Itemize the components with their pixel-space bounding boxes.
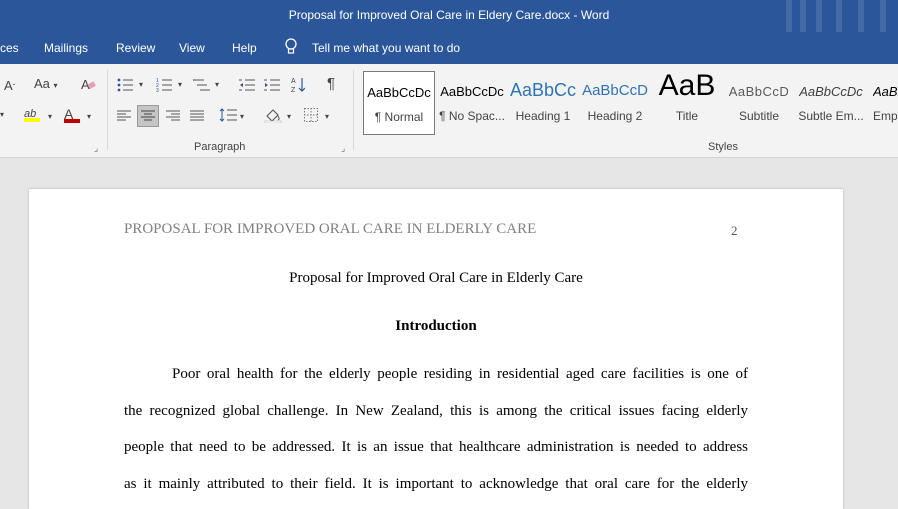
paragraph-line: as it mainly attributed to their field. … bbox=[124, 475, 748, 492]
show-formatting-marks-icon[interactable]: ¶ bbox=[327, 75, 335, 92]
menu-bar: ces Mailings Review View Help Tell me wh… bbox=[0, 32, 898, 64]
style-preview: AaBbCcDc bbox=[799, 84, 863, 99]
style-preview: AaB bbox=[658, 69, 716, 102]
style-title[interactable]: AaB Title bbox=[651, 69, 723, 135]
font-dialog-launcher-icon[interactable]: ⌟ bbox=[94, 143, 98, 154]
chevron-down-icon[interactable]: ▾ bbox=[48, 112, 52, 121]
chevron-down-icon[interactable]: ▾ bbox=[139, 80, 143, 89]
align-center-icon[interactable] bbox=[137, 105, 159, 127]
chevron-down-icon[interactable]: ▾ bbox=[325, 112, 329, 121]
chevron-down-icon[interactable]: ▾ bbox=[287, 112, 291, 121]
page-number: 2 bbox=[731, 223, 738, 238]
menu-mailings[interactable]: Mailings bbox=[44, 41, 88, 55]
style-label: Subtitle bbox=[738, 109, 780, 123]
chevron-down-icon[interactable]: ▾ bbox=[87, 112, 91, 121]
style-preview: AaBbCcDc bbox=[440, 84, 504, 99]
sort-icon[interactable]: AZ bbox=[291, 76, 306, 97]
shading-icon[interactable] bbox=[264, 107, 282, 126]
style-preview: AaBb bbox=[873, 84, 898, 99]
chevron-down-icon[interactable]: ▾ bbox=[0, 110, 4, 119]
svg-text:Z: Z bbox=[291, 87, 296, 94]
titlebar-decoration bbox=[778, 0, 898, 32]
style-subtle-emphasis[interactable]: AaBbCcDc Subtle Em... bbox=[795, 71, 867, 135]
svg-text:3: 3 bbox=[156, 88, 159, 92]
style-heading-2[interactable]: AaBbCcD Heading 2 bbox=[579, 71, 651, 135]
style-preview: AaBbCcDc bbox=[367, 85, 431, 100]
style-preview: AaBbCcD bbox=[728, 84, 790, 99]
chevron-down-icon[interactable]: ▾ bbox=[178, 80, 182, 89]
ribbon: Aˇ Aa ▾ A ▾ ab ▾ A ▾ ⌟ ▾ 123 ▾ ▾ AZ ¶ ▾ … bbox=[0, 64, 898, 158]
multilevel-list-icon[interactable] bbox=[193, 78, 211, 95]
group-separator bbox=[107, 70, 108, 150]
change-case-button[interactable]: Aa ▾ bbox=[34, 76, 58, 91]
style-normal[interactable]: AaBbCcDc ¶ Normal bbox=[363, 71, 435, 135]
paragraph-line: people that need to be addressed. It is … bbox=[124, 439, 748, 455]
style-heading-1[interactable]: AaBbCc Heading 1 bbox=[507, 71, 579, 135]
menu-help[interactable]: Help bbox=[232, 41, 257, 55]
style-subtitle[interactable]: AaBbCcD Subtitle bbox=[723, 71, 795, 135]
numbering-icon[interactable]: 123 bbox=[156, 78, 172, 95]
svg-text:A: A bbox=[291, 78, 296, 85]
style-label: Heading 2 bbox=[587, 109, 643, 123]
decrease-indent-icon[interactable] bbox=[239, 78, 255, 95]
body-paragraph: Poor oral health for the elderly people … bbox=[124, 356, 748, 502]
justify-icon[interactable] bbox=[190, 110, 204, 125]
paragraph-group-label: Paragraph bbox=[194, 141, 246, 153]
document-page[interactable]: PROPOSAL FOR IMPROVED ORAL CARE IN ELDER… bbox=[29, 189, 843, 509]
menu-references[interactable]: ces bbox=[0, 41, 19, 55]
style-preview: AaBbCc bbox=[509, 80, 577, 100]
style-label: ¶ Normal bbox=[374, 110, 424, 124]
style-no-spacing[interactable]: AaBbCcDc ¶ No Spac... bbox=[436, 71, 508, 135]
chevron-down-icon[interactable]: ▾ bbox=[215, 80, 219, 89]
running-header: PROPOSAL FOR IMPROVED ORAL CARE IN ELDER… bbox=[124, 221, 537, 237]
window-title: Proposal for Improved Oral Care in Elder… bbox=[288, 8, 610, 22]
styles-gallery: AaBbCcDc ¶ Normal AaBbCcDc ¶ No Spac... … bbox=[363, 69, 898, 135]
font-color-button[interactable]: A bbox=[64, 106, 80, 123]
chevron-down-icon[interactable]: ▾ bbox=[240, 112, 244, 121]
style-label: Title bbox=[675, 109, 699, 123]
style-preview: AaBbCcD bbox=[582, 82, 648, 99]
highlight-button[interactable]: ab bbox=[24, 105, 40, 122]
styles-group-label: Styles bbox=[708, 141, 738, 153]
paragraph-line: Poor oral health for the elderly people … bbox=[172, 366, 748, 382]
lightbulb-icon[interactable] bbox=[284, 38, 298, 59]
section-heading: Introduction bbox=[395, 318, 477, 334]
title-bar: Proposal for Improved Oral Care in Elder… bbox=[0, 0, 898, 32]
menu-review[interactable]: Review bbox=[116, 41, 155, 55]
clear-formatting-icon[interactable]: A bbox=[80, 76, 96, 95]
style-label: Subtle Em... bbox=[798, 109, 864, 123]
shrink-font-button[interactable]: Aˇ bbox=[4, 78, 15, 93]
menu-view[interactable]: View bbox=[179, 41, 205, 55]
style-label: Emp bbox=[873, 109, 898, 123]
document-title: Proposal for Improved Oral Care in Elder… bbox=[289, 270, 583, 286]
align-right-icon[interactable] bbox=[166, 110, 180, 125]
line-spacing-icon[interactable] bbox=[219, 108, 237, 125]
bullets-icon[interactable] bbox=[117, 78, 133, 95]
borders-icon[interactable] bbox=[304, 108, 318, 125]
align-left-icon[interactable] bbox=[117, 110, 131, 125]
style-label: ¶ No Spac... bbox=[439, 109, 505, 123]
increase-indent-icon[interactable] bbox=[264, 78, 280, 95]
tell-me-search[interactable]: Tell me what you want to do bbox=[312, 41, 460, 55]
paragraph-line: the recognized global challenge. In New … bbox=[124, 402, 748, 419]
style-label: Heading 1 bbox=[515, 109, 571, 123]
style-emphasis[interactable]: AaBb Emp bbox=[867, 71, 898, 135]
group-separator bbox=[353, 70, 354, 150]
paragraph-dialog-launcher-icon[interactable]: ⌟ bbox=[341, 143, 345, 154]
